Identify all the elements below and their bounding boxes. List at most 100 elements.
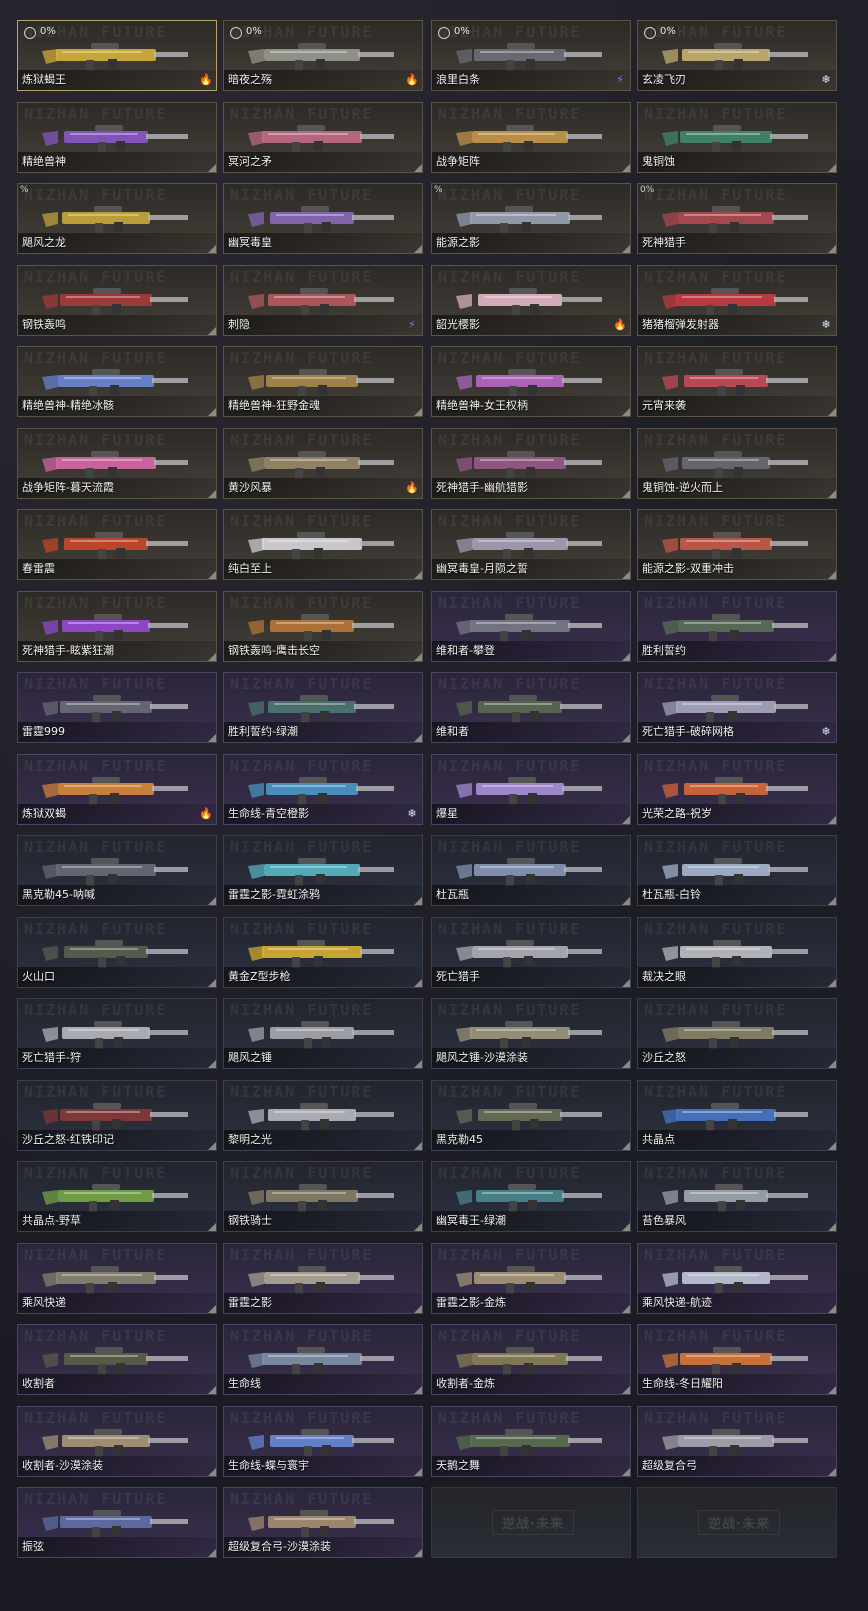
weapon-card[interactable]: NIZHAN FUTURE 春雷震	[17, 509, 217, 580]
weapon-card[interactable]: NIZHAN FUTURE 死亡猎手-狩	[17, 998, 217, 1069]
weapon-collection-grid: NIZHAN FUTURE 炼狱蝎王 0% 🔥 NIZHAN FUTURE 暗夜之殇 0% 🔥…	[0, 0, 868, 1611]
weapon-name: 黎明之光	[228, 1133, 272, 1146]
weapon-card[interactable]: NIZHAN FUTURE 黑克勒45	[431, 1080, 631, 1151]
weapon-image	[42, 1103, 188, 1131]
weapon-card[interactable]: NIZHAN FUTURE 苔色暴风	[637, 1161, 837, 1232]
weapon-card[interactable]: NIZHAN FUTURE 幽冥毒皇	[223, 183, 423, 254]
select-radio-icon[interactable]	[644, 27, 656, 39]
weapon-card[interactable]: NIZHAN FUTURE 超级复合弓	[637, 1406, 837, 1477]
weapon-image	[248, 451, 394, 479]
weapon-card[interactable]: NIZHAN FUTURE 战争矩阵	[431, 102, 631, 173]
weapon-card[interactable]: NIZHAN FUTURE 雷霆之影	[223, 1243, 423, 1314]
weapon-card[interactable]: NIZHAN FUTURE 死神猎手-眩紫狂潮	[17, 591, 217, 662]
weapon-card[interactable]: NIZHAN FUTURE 死神猎手-幽航猎影	[431, 428, 631, 499]
weapon-card[interactable]: NIZHAN FUTURE 杜瓦瓶-白铃	[637, 835, 837, 906]
weapon-card[interactable]: NIZHAN FUTURE 雷霆999	[17, 672, 217, 743]
fire-icon: 🔥	[405, 73, 419, 86]
corner-mark	[414, 979, 422, 987]
weapon-card[interactable]: NIZHAN FUTURE 乘风快递-航迹	[637, 1243, 837, 1314]
weapon-card[interactable]: NIZHAN FUTURE 共晶点	[637, 1080, 837, 1151]
weapon-card[interactable]: NIZHAN FUTURE 黑克勒45-呐喊	[17, 835, 217, 906]
weapon-card[interactable]: NIZHAN FUTURE 胜利誓约-绿潮	[223, 672, 423, 743]
weapon-card[interactable]: NIZHAN FUTURE 沙丘之怒	[637, 998, 837, 1069]
weapon-card[interactable]: NIZHAN FUTURE 光荣之路-祝岁	[637, 754, 837, 825]
empty-weapon-slot[interactable]: 逆战·未来	[637, 1487, 837, 1558]
weapon-card[interactable]: NIZHAN FUTURE 火山口	[17, 917, 217, 988]
weapon-card[interactable]: NIZHAN FUTURE 沙丘之怒-红铁印记	[17, 1080, 217, 1151]
empty-weapon-slot[interactable]: 逆战·未来	[431, 1487, 631, 1558]
weapon-card[interactable]: NIZHAN FUTURE 天鹅之舞	[431, 1406, 631, 1477]
weapon-name: 雷霆之影	[228, 1296, 272, 1309]
weapon-card[interactable]: NIZHAN FUTURE 幽冥毒皇-月陨之誓	[431, 509, 631, 580]
weapon-card[interactable]: NIZHAN FUTURE 韶光樱影 🔥	[431, 265, 631, 336]
weapon-card[interactable]: NIZHAN FUTURE 飓风之龙%	[17, 183, 217, 254]
weapon-card[interactable]: NIZHAN FUTURE 纯白至上	[223, 509, 423, 580]
weapon-card[interactable]: NIZHAN FUTURE 杜瓦瓶	[431, 835, 631, 906]
name-strip	[18, 1537, 216, 1557]
weapon-card[interactable]: NIZHAN FUTURE 雷霆之影-金炼	[431, 1243, 631, 1314]
weapon-card[interactable]: NIZHAN FUTURE 共晶点-野草	[17, 1161, 217, 1232]
weapon-card[interactable]: NIZHAN FUTURE 鬼铜蚀	[637, 102, 837, 173]
corner-mark	[828, 897, 836, 905]
weapon-card[interactable]: NIZHAN FUTURE 冥河之矛	[223, 102, 423, 173]
weapon-card[interactable]: NIZHAN FUTURE 黄沙风暴 🔥	[223, 428, 423, 499]
weapon-card[interactable]: NIZHAN FUTURE 暗夜之殇 0% 🔥	[223, 20, 423, 91]
weapon-card[interactable]: NIZHAN FUTURE 维和者	[431, 672, 631, 743]
weapon-card[interactable]: NIZHAN FUTURE 黄金Z型步枪	[223, 917, 423, 988]
weapon-card[interactable]: NIZHAN FUTURE 振弦	[17, 1487, 217, 1558]
weapon-card[interactable]: NIZHAN FUTURE 裁决之眼	[637, 917, 837, 988]
weapon-card[interactable]: NIZHAN FUTURE 钢铁轰鸣-鹰击长空	[223, 591, 423, 662]
weapon-card[interactable]: NIZHAN FUTURE 乘风快递	[17, 1243, 217, 1314]
weapon-image	[456, 1184, 602, 1212]
weapon-card[interactable]: NIZHAN FUTURE 精绝兽神-女王权柄	[431, 346, 631, 417]
weapon-card[interactable]: NIZHAN FUTURE 鬼铜蚀-逆火而上	[637, 428, 837, 499]
weapon-card[interactable]: NIZHAN FUTURE 钢铁骑士	[223, 1161, 423, 1232]
weapon-card[interactable]: NIZHAN FUTURE 收割者-沙漠涂装	[17, 1406, 217, 1477]
weapon-name: 能源之影	[436, 236, 480, 249]
corner-mark	[414, 1142, 422, 1150]
progress-percent: 0%	[660, 26, 676, 37]
weapon-card[interactable]: NIZHAN FUTURE 玄凌飞刃 0% ❄	[637, 20, 837, 91]
weapon-card[interactable]: NIZHAN FUTURE 黎明之光	[223, 1080, 423, 1151]
weapon-card[interactable]: NIZHAN FUTURE 精绝兽神-精绝冰骸	[17, 346, 217, 417]
weapon-card[interactable]: NIZHAN FUTURE 幽冥毒王-绿潮	[431, 1161, 631, 1232]
weapon-image	[248, 125, 394, 153]
weapon-card[interactable]: NIZHAN FUTURE 生命线-青空橙影 ❄	[223, 754, 423, 825]
weapon-image	[662, 206, 808, 234]
corner-mark	[622, 490, 630, 498]
weapon-image	[456, 1103, 602, 1131]
weapon-card[interactable]: NIZHAN FUTURE 超级复合弓-沙漠涂装	[223, 1487, 423, 1558]
select-radio-icon[interactable]	[438, 27, 450, 39]
weapon-card[interactable]: NIZHAN FUTURE 死亡猎手	[431, 917, 631, 988]
weapon-card[interactable]: NIZHAN FUTURE 收割者-金炼	[431, 1324, 631, 1395]
weapon-card[interactable]: NIZHAN FUTURE 元宵来袭	[637, 346, 837, 417]
weapon-card[interactable]: NIZHAN FUTURE 维和者-攀登	[431, 591, 631, 662]
weapon-card[interactable]: NIZHAN FUTURE 死神猎手 0%	[637, 183, 837, 254]
weapon-card[interactable]: NIZHAN FUTURE 精绝兽神-狂野金魂	[223, 346, 423, 417]
weapon-card[interactable]: NIZHAN FUTURE 战争矩阵-暮天流霞	[17, 428, 217, 499]
weapon-card[interactable]: NIZHAN FUTURE 爆星	[431, 754, 631, 825]
weapon-card[interactable]: NIZHAN FUTURE 猪猪榴弹发射器 ❄	[637, 265, 837, 336]
select-radio-icon[interactable]	[24, 27, 36, 39]
weapon-card[interactable]: NIZHAN FUTURE 钢铁轰鸣	[17, 265, 217, 336]
weapon-card[interactable]: NIZHAN FUTURE 生命线-冬日耀阳	[637, 1324, 837, 1395]
weapon-card[interactable]: NIZHAN FUTURE 精绝兽神	[17, 102, 217, 173]
weapon-card[interactable]: NIZHAN FUTURE 炼狱双蝎 🔥	[17, 754, 217, 825]
weapon-card[interactable]: NIZHAN FUTURE 能源之影%	[431, 183, 631, 254]
weapon-card[interactable]: NIZHAN FUTURE 生命线	[223, 1324, 423, 1395]
weapon-card[interactable]: NIZHAN FUTURE 收割者	[17, 1324, 217, 1395]
weapon-card[interactable]: NIZHAN FUTURE 刺隐 ⚡	[223, 265, 423, 336]
weapon-image	[456, 532, 602, 560]
weapon-name: 黄金Z型步枪	[228, 970, 291, 983]
weapon-card[interactable]: NIZHAN FUTURE 浪里白条 0% ⚡	[431, 20, 631, 91]
weapon-card[interactable]: NIZHAN FUTURE 死亡猎手-破碎网格 ❄	[637, 672, 837, 743]
weapon-image	[42, 206, 188, 234]
weapon-card[interactable]: NIZHAN FUTURE 炼狱蝎王 0% 🔥	[17, 20, 217, 91]
weapon-card[interactable]: NIZHAN FUTURE 雷霆之影-霓虹涂鸦	[223, 835, 423, 906]
weapon-card[interactable]: NIZHAN FUTURE 胜利誓约	[637, 591, 837, 662]
weapon-card[interactable]: NIZHAN FUTURE 飓风之锤	[223, 998, 423, 1069]
weapon-card[interactable]: NIZHAN FUTURE 飓风之锤-沙漠涂装	[431, 998, 631, 1069]
weapon-card[interactable]: NIZHAN FUTURE 生命线-蝶与寰宇	[223, 1406, 423, 1477]
select-radio-icon[interactable]	[230, 27, 242, 39]
weapon-card[interactable]: NIZHAN FUTURE 能源之影-双重冲击	[637, 509, 837, 580]
